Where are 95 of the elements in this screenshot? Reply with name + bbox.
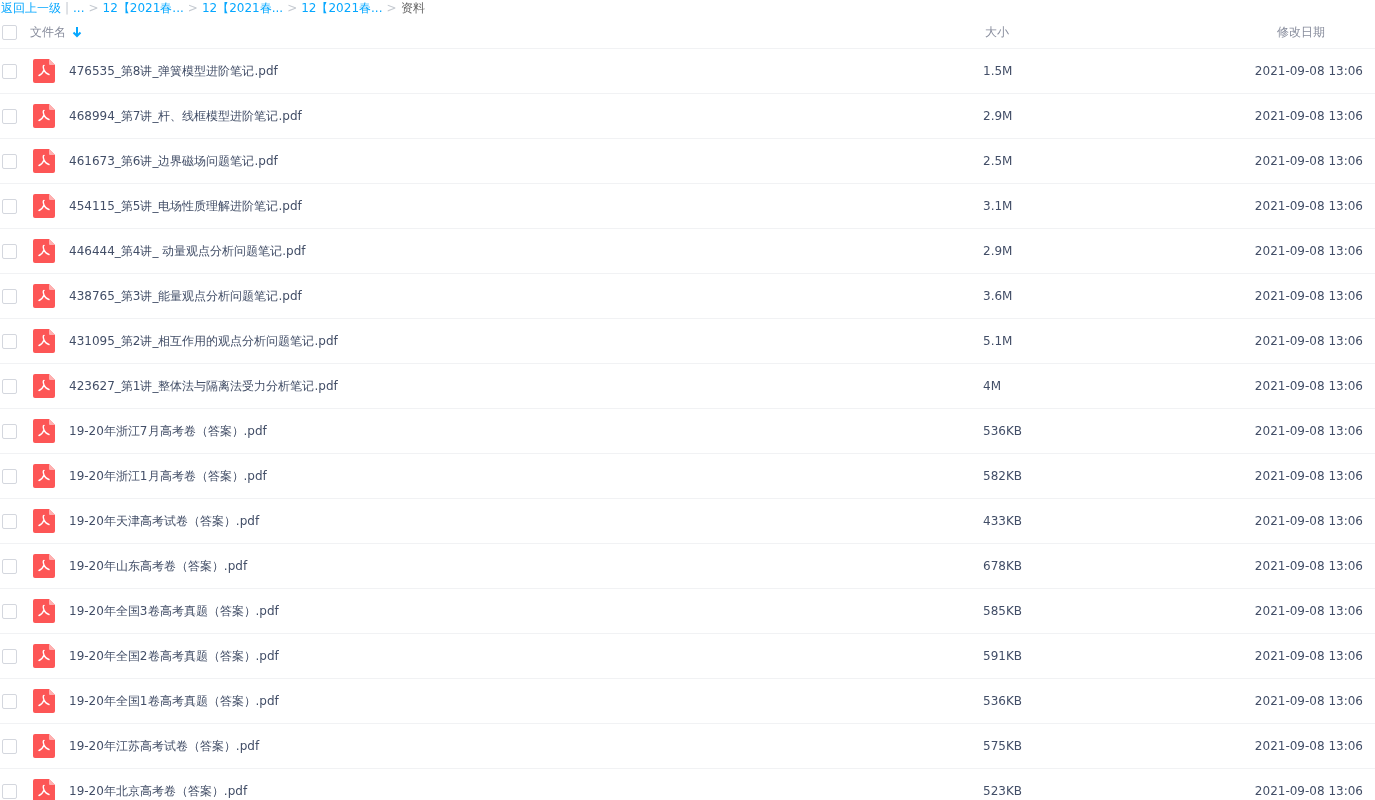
- pdf-file-icon: [33, 644, 55, 668]
- modified-date: 2021-09-08 13:06: [1254, 64, 1363, 78]
- file-size: 523KB: [983, 784, 1022, 798]
- row-checkbox[interactable]: [2, 153, 17, 169]
- row-checkbox[interactable]: [2, 198, 17, 214]
- pdf-file-icon: [33, 689, 55, 713]
- file-name-link[interactable]: 19-20年全国1卷高考真题（答案）.pdf: [69, 692, 279, 710]
- pdf-file-icon: [33, 599, 55, 623]
- row-checkbox[interactable]: [2, 513, 17, 529]
- modified-date: 2021-09-08 13:06: [1254, 604, 1363, 618]
- modified-date: 2021-09-08 13:06: [1254, 289, 1363, 303]
- pdf-file-icon: [33, 419, 55, 443]
- select-all-checkbox[interactable]: [2, 24, 17, 40]
- modified-date: 2021-09-08 13:06: [1254, 199, 1363, 213]
- file-name-link[interactable]: 19-20年全国2卷高考真题（答案）.pdf: [69, 647, 279, 665]
- pdf-file-icon: [33, 59, 55, 83]
- row-checkbox[interactable]: [2, 603, 17, 619]
- pdf-file-icon: [33, 329, 55, 353]
- row-checkbox[interactable]: [2, 558, 17, 574]
- modified-date: 2021-09-08 13:06: [1254, 109, 1363, 123]
- pdf-file-icon: [33, 194, 55, 218]
- modified-date: 2021-09-08 13:06: [1254, 649, 1363, 663]
- file-size: 4M: [983, 379, 1001, 393]
- file-name-link[interactable]: 468994_第7讲_杆、线框模型进阶笔记.pdf: [69, 107, 302, 125]
- pdf-file-icon: [33, 104, 55, 128]
- pdf-file-icon: [33, 464, 55, 488]
- file-size: 3.6M: [983, 289, 1013, 303]
- file-name-link[interactable]: 454115_第5讲_电场性质理解进阶笔记.pdf: [69, 197, 302, 215]
- modified-date: 2021-09-08 13:06: [1254, 154, 1363, 168]
- row-checkbox[interactable]: [2, 288, 17, 304]
- row-checkbox[interactable]: [2, 333, 17, 349]
- file-size: 2.5M: [983, 154, 1013, 168]
- modified-date: 2021-09-08 13:06: [1254, 559, 1363, 573]
- modified-date: 2021-09-08 13:06: [1254, 739, 1363, 753]
- row-checkbox[interactable]: [2, 108, 17, 124]
- pdf-file-icon: [33, 374, 55, 398]
- file-name-link[interactable]: 431095_第2讲_相互作用的观点分析问题笔记.pdf: [69, 332, 338, 350]
- modified-date: 2021-09-08 13:06: [1254, 379, 1363, 393]
- file-name-link[interactable]: 476535_第8讲_弹簧模型进阶笔记.pdf: [69, 62, 278, 80]
- pdf-file-icon: [33, 734, 55, 758]
- row-checkbox[interactable]: [2, 63, 17, 79]
- file-size: 536KB: [983, 694, 1022, 708]
- column-header[interactable]: 大小: [985, 24, 1009, 39]
- breadcrumb-separator: >: [386, 0, 397, 16]
- file-size: 2.9M: [983, 109, 1013, 123]
- pdf-file-icon: [33, 284, 55, 308]
- modified-date: 2021-09-08 13:06: [1254, 334, 1363, 348]
- row-checkbox[interactable]: [2, 738, 17, 754]
- modified-date: 2021-09-08 13:06: [1254, 424, 1363, 438]
- file-size: 678KB: [983, 559, 1022, 573]
- breadcrumb-separator: >: [88, 0, 99, 16]
- column-header[interactable]: 文件名: [30, 23, 66, 41]
- modified-date: 2021-09-08 13:06: [1254, 514, 1363, 528]
- file-name-link[interactable]: 19-20年浙江1月高考卷（答案）.pdf: [69, 467, 267, 485]
- row-checkbox[interactable]: [2, 693, 17, 709]
- pdf-file-icon: [33, 554, 55, 578]
- modified-date: 2021-09-08 13:06: [1254, 784, 1363, 798]
- column-header[interactable]: 修改日期: [1277, 24, 1325, 39]
- row-checkbox[interactable]: [2, 468, 17, 484]
- modified-date: 2021-09-08 13:06: [1254, 244, 1363, 258]
- file-size: 1.5M: [983, 64, 1013, 78]
- file-size: 536KB: [983, 424, 1022, 438]
- breadcrumb-current: 资料: [400, 0, 425, 16]
- file-size: 5.1M: [983, 334, 1013, 348]
- file-size: 433KB: [983, 514, 1022, 528]
- file-size: 585KB: [983, 604, 1022, 618]
- file-name-link[interactable]: 19-20年浙江7月高考卷（答案）.pdf: [69, 422, 267, 440]
- breadcrumb-divider: |: [65, 0, 70, 16]
- pdf-file-icon: [33, 509, 55, 533]
- modified-date: 2021-09-08 13:06: [1254, 469, 1363, 483]
- sort-down-arrow-icon[interactable]: [72, 26, 82, 38]
- breadcrumb-separator: >: [287, 0, 298, 16]
- pdf-file-icon: [33, 149, 55, 173]
- file-name-link[interactable]: 423627_第1讲_整体法与隔离法受力分析笔记.pdf: [69, 377, 338, 395]
- breadcrumb-separator: >: [187, 0, 198, 16]
- pdf-file-icon: [33, 239, 55, 263]
- file-name-link[interactable]: 19-20年天津高考试卷（答案）.pdf: [69, 512, 260, 530]
- file-size: 575KB: [983, 739, 1022, 753]
- file-name-link[interactable]: 446444_第4讲_ 动量观点分析问题笔记.pdf: [69, 242, 306, 260]
- file-name-link[interactable]: 438765_第3讲_能量观点分析问题笔记.pdf: [69, 287, 302, 305]
- file-name-link[interactable]: 19-20年山东高考卷（答案）.pdf: [69, 557, 248, 575]
- file-size: 582KB: [983, 469, 1022, 483]
- row-checkbox[interactable]: [2, 783, 17, 799]
- row-checkbox[interactable]: [2, 648, 17, 664]
- file-size: 2.9M: [983, 244, 1013, 258]
- file-name-link[interactable]: 461673_第6讲_边界磁场问题笔记.pdf: [69, 152, 278, 170]
- file-size: 591KB: [983, 649, 1022, 663]
- file-size: 3.1M: [983, 199, 1013, 213]
- modified-date: 2021-09-08 13:06: [1254, 694, 1363, 708]
- row-checkbox[interactable]: [2, 243, 17, 259]
- file-name-link[interactable]: 19-20年北京高考卷（答案）.pdf: [69, 782, 248, 800]
- row-checkbox[interactable]: [2, 378, 17, 394]
- row-checkbox[interactable]: [2, 423, 17, 439]
- file-name-link[interactable]: 19-20年江苏高考试卷（答案）.pdf: [69, 737, 260, 755]
- file-name-link[interactable]: 19-20年全国3卷高考真题（答案）.pdf: [69, 602, 279, 620]
